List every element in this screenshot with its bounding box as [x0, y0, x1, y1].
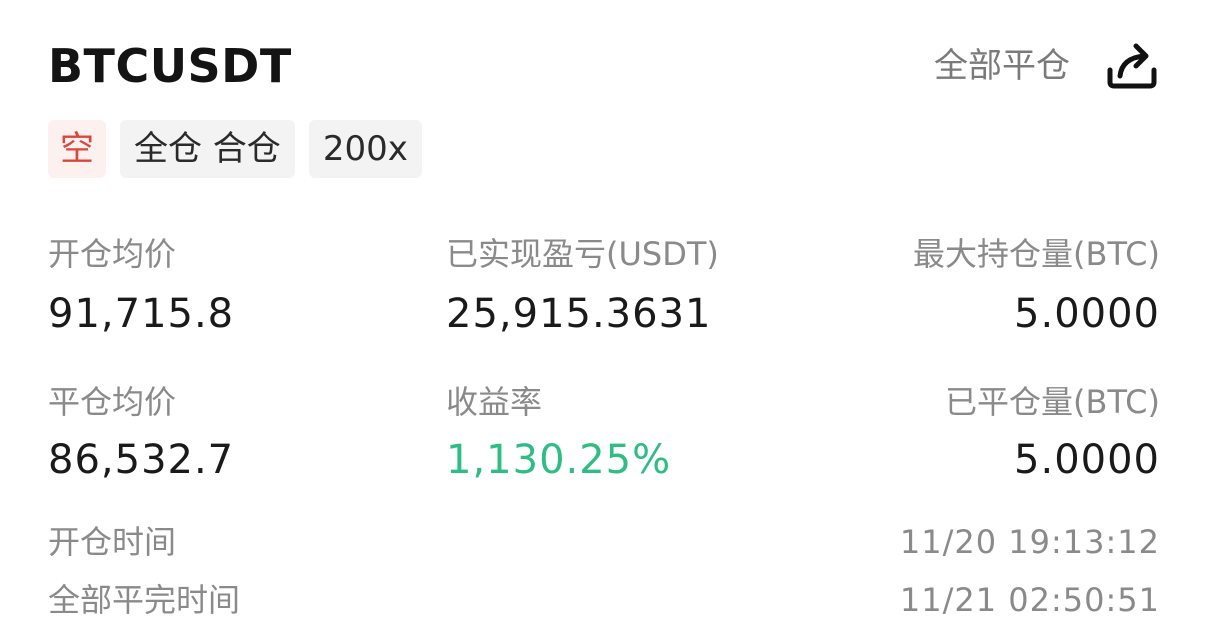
open-time-label: 开仓时间	[48, 523, 177, 561]
max-position-label: 最大持仓量(BTC)	[913, 235, 1160, 273]
close-time-label: 全部平完时间	[48, 581, 241, 619]
roi-label: 收益率	[446, 383, 543, 421]
open-time-value: 11/20 19:13:12	[899, 523, 1160, 561]
close-avg-price-value: 86,532.7	[48, 437, 235, 483]
close-all-button[interactable]: 全部平仓	[934, 42, 1070, 90]
leverage-badge: 200x	[308, 120, 422, 178]
close-avg-price-label: 平仓均价	[48, 383, 177, 421]
position-tags: 空 全仓 合仓 200x	[48, 120, 422, 178]
open-avg-price-value: 91,715.8	[48, 291, 235, 337]
close-time-value: 11/21 02:50:51	[899, 581, 1160, 619]
closed-qty-value: 5.0000	[1014, 437, 1160, 483]
realized-pnl-value: 25,915.3631	[446, 291, 712, 337]
open-avg-price-label: 开仓均价	[48, 235, 177, 273]
margin-mode-badge: 全仓 合仓	[120, 120, 295, 178]
symbol-title: BTCUSDT	[48, 39, 292, 93]
side-badge: 空	[48, 120, 106, 178]
closed-qty-label: 已平仓量(BTC)	[945, 383, 1160, 421]
realized-pnl-label: 已实现盈亏(USDT)	[446, 235, 719, 273]
roi-value: 1,130.25%	[446, 437, 672, 483]
max-position-value: 5.0000	[1014, 291, 1160, 337]
share-button[interactable]	[1104, 40, 1160, 92]
share-icon	[1107, 43, 1157, 89]
